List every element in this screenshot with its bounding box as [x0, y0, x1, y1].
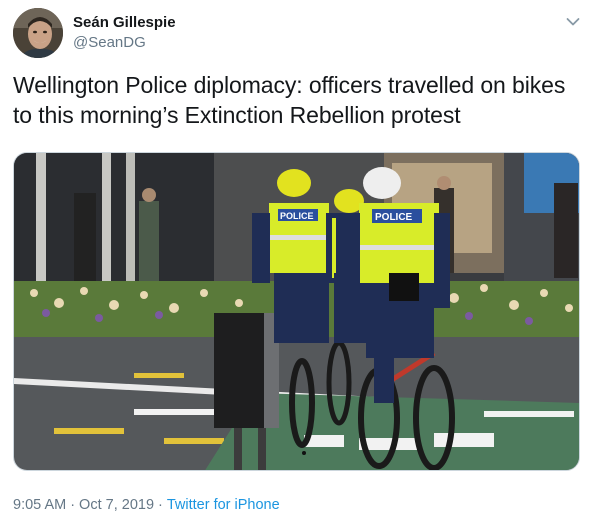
tweet-time[interactable]: 9:05 AM [13, 497, 66, 513]
tweet-photo[interactable]: POLICE POLICE [13, 152, 580, 471]
tweet-text: Wellington Police diplomacy: officers tr… [13, 72, 566, 128]
police-vest-label: POLICE [280, 211, 314, 221]
police-vest-label: POLICE [375, 212, 413, 223]
tweet-meta: 9:05 AM · Oct 7, 2019 · Twitter for iPhone [13, 497, 280, 513]
meta-separator: · [70, 497, 76, 513]
meta-separator: · [158, 497, 163, 513]
tweet-date[interactable]: Oct 7, 2019 [79, 497, 154, 513]
chevron-down-icon[interactable] [563, 12, 583, 32]
tweet-source-link[interactable]: Twitter for iPhone [167, 497, 280, 513]
author-handle[interactable]: @SeanDG [73, 34, 146, 51]
tweet-card: Seán Gillespie @SeanDG Wellington Police… [0, 0, 596, 528]
author-display-name[interactable]: Seán Gillespie [73, 14, 176, 31]
profile-avatar-icon [13, 8, 63, 58]
author-avatar[interactable] [13, 8, 63, 58]
